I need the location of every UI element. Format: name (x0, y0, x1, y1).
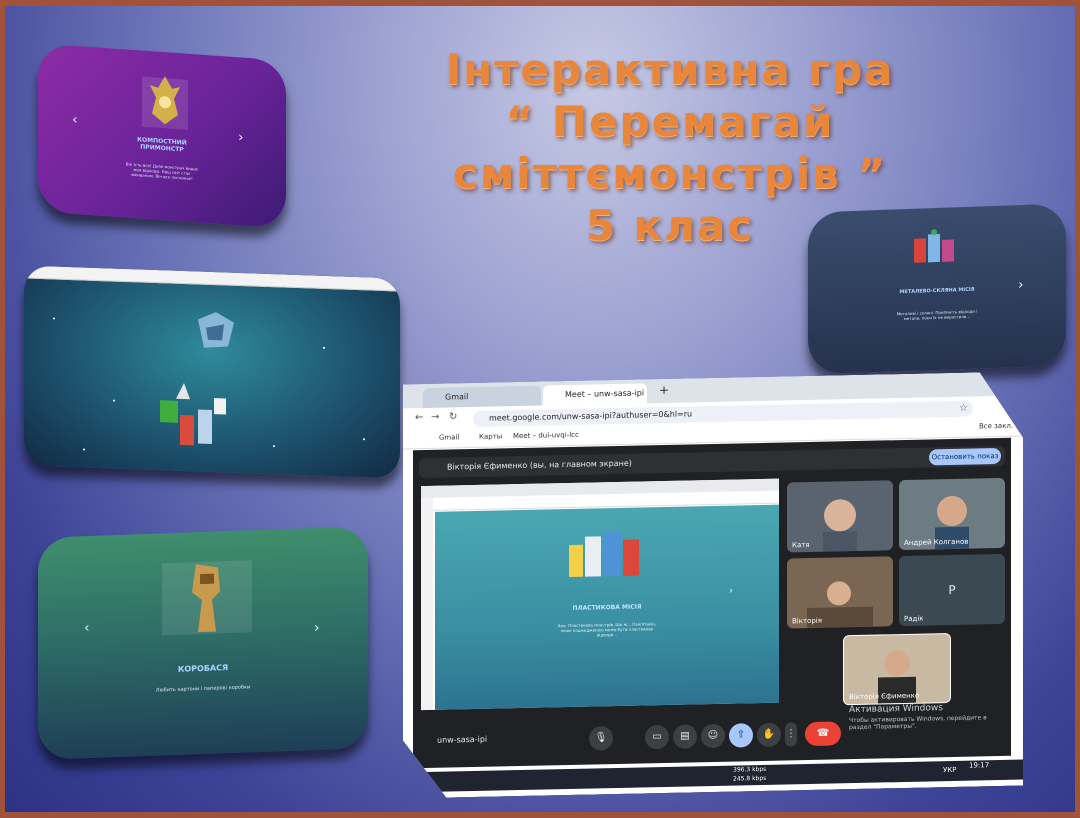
meet-screenshot: Gmail Meet – unw-sasa-ipi + ← → ↻ meet.g… (403, 372, 1023, 799)
star-icon[interactable]: ☆ (959, 403, 968, 414)
shared-game-slide: ПЛАСТИКОВА МІСІЯ Ало. Пластикова монстрі… (435, 505, 779, 710)
emoji-button[interactable]: ☺ (701, 724, 725, 749)
bookmark-gmail[interactable]: Gmail (439, 433, 459, 441)
participant-avatar: P (948, 582, 956, 598)
shared-sidebar (421, 498, 433, 710)
card-text: Металеві і скляні. Припиніть відходи і м… (896, 308, 978, 322)
participant-tile-viktoria[interactable]: Вікторія (787, 556, 893, 628)
plastic-monster-icon (567, 525, 647, 583)
net-speed-up: 396.3 kbps (733, 765, 767, 774)
presenter-text: Вікторія Єфименко (вы, на главном экране… (447, 458, 632, 472)
reload-icon[interactable]: ↻ (449, 411, 457, 422)
card-text: Він їсть все! Деяк монстрах видає моя ві… (125, 161, 199, 182)
next-arrow-icon[interactable]: › (1018, 277, 1024, 293)
captions-button[interactable]: ▤ (673, 724, 697, 749)
present-button[interactable]: ⇧ (729, 723, 753, 748)
meet-window: Вікторія Єфименко (вы, на главном экране… (413, 438, 1011, 769)
leave-call-button[interactable]: ☎ (805, 721, 841, 746)
participant-name: Вікторія (792, 616, 822, 626)
shared-text: Ало. Пластикова монстрів. Що ж... Пам'ят… (557, 621, 657, 638)
shared-screen: ПЛАСТИКОВА МІСІЯ Ало. Пластикова монстрі… (421, 479, 779, 710)
card-label: КОРОБАСЯ (177, 663, 229, 674)
participant-tile-radik[interactable]: P Радік (899, 554, 1005, 626)
card-label: КОМПОСТНИЙ ПРИМОНСТР (137, 136, 187, 154)
title-line-1: Інтерактивна гра (445, 45, 895, 94)
back-icon[interactable]: ← (415, 412, 423, 423)
card-space-trash (24, 265, 400, 479)
tab-gmail[interactable]: Gmail (423, 386, 541, 408)
participant-name: Радік (904, 614, 924, 623)
participant-name: Катя (792, 540, 810, 550)
card-compost-monster: КОМПОСТНИЙ ПРИМОНСТР Він їсть все! Деяк … (38, 43, 286, 229)
trash-monster-icon (198, 312, 234, 348)
card-text: Любить картони і паперові коробки (155, 684, 251, 694)
title-line-3: сміттємонстрів ” (453, 149, 887, 198)
next-arrow-icon[interactable]: › (238, 129, 244, 145)
meeting-code: unw-sasa-ipi (437, 734, 488, 745)
title-line-2: “ Перемагай (505, 97, 835, 146)
all-bookmarks[interactable]: Все закл. (979, 422, 1013, 431)
bookmark-meet[interactable]: Meet – dui-uvqi-lcc (513, 431, 579, 440)
participant-name: Андрей Колганов (904, 537, 969, 547)
next-arrow-icon[interactable]: › (314, 620, 320, 636)
next-arrow-icon[interactable]: › (729, 586, 733, 597)
shared-label: ПЛАСТИКОВА МІСІЯ (572, 603, 642, 612)
trash-pile-icon (160, 383, 226, 446)
tab-label: Meet – unw-sasa-ipi (565, 388, 645, 400)
new-tab-button[interactable]: + (659, 383, 669, 397)
card-metal-glass: МЕТАЛЕВО-СКЛЯНА МІСІЯ Металеві і скляні.… (808, 203, 1066, 375)
net-speed-down: 245.8 kbps (733, 774, 767, 783)
prev-arrow-icon[interactable]: ‹ (72, 112, 78, 128)
clock[interactable]: 19:17 (969, 761, 989, 769)
presenting-bar: Вікторія Єфименко (вы, на главном экране… (419, 446, 1005, 478)
meet-controls: unw-sasa-ipi 🎙 ▭ ▤ ☺ ⇧ ✋ ⋮ ☎ (413, 710, 1011, 763)
card-korobasya: КОРОБАСЯ Любить картони і паперові короб… (38, 526, 368, 760)
participant-tile-andrey[interactable]: Андрей Колганов (899, 478, 1005, 550)
more-options-button[interactable]: ⋮ (785, 722, 797, 746)
participant-tile-katya[interactable]: Катя (787, 480, 893, 552)
prev-arrow-icon[interactable]: ‹ (84, 620, 90, 636)
bookmark-maps[interactable]: Карты (479, 432, 502, 440)
participant-name: Вікторія Єфименко (849, 691, 920, 702)
metal-glass-monster-icon (914, 229, 954, 263)
forward-icon[interactable]: → (431, 412, 439, 423)
tab-label: Gmail (445, 392, 469, 402)
trophy-monster-icon (142, 76, 188, 130)
tab-meet[interactable]: Meet – unw-sasa-ipi (543, 383, 647, 405)
stop-presenting-button[interactable]: Остановить показ (929, 448, 1001, 466)
language-indicator[interactable]: УКР (943, 766, 956, 774)
raise-hand-button[interactable]: ✋ (757, 723, 781, 748)
cardboard-monster-icon (162, 560, 252, 636)
card-label: МЕТАЛЕВО-СКЛЯНА МІСІЯ (899, 286, 975, 296)
camera-button[interactable]: ▭ (645, 725, 669, 750)
mic-button[interactable]: 🎙 (589, 726, 613, 751)
participant-tile-self[interactable]: Вікторія Єфименко (843, 633, 951, 705)
